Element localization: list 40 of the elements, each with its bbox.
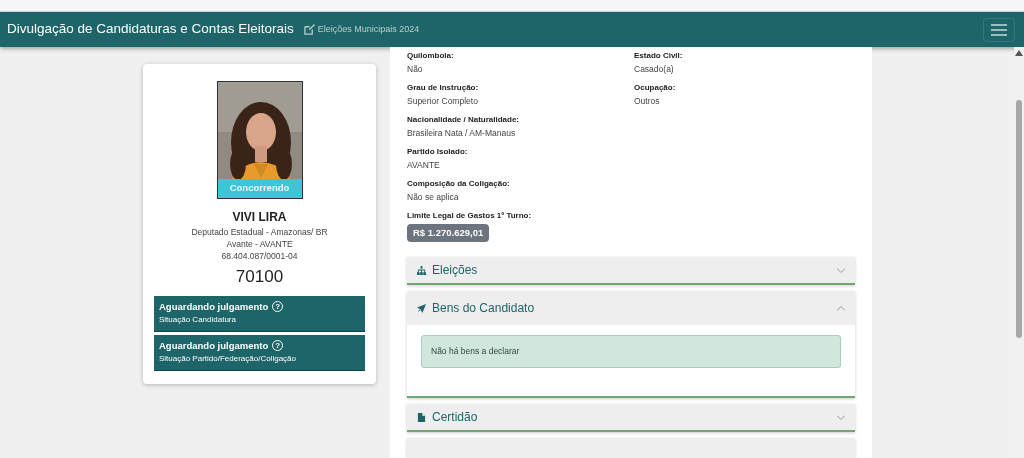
menu-button[interactable] (983, 17, 1015, 42)
empty-notice: Não há bens a declarar (421, 335, 841, 368)
field-value: Brasileira Nata / AM-Manaus (407, 127, 517, 140)
accordion-header[interactable]: Eleições (407, 257, 855, 284)
field-value: Outros (634, 95, 661, 108)
field-value: AVANTE (407, 159, 441, 172)
field-label: Estado Civil: (634, 50, 684, 62)
election-subtitle: Eleições Municipais 2024 (317, 22, 420, 36)
field-value: Não se aplica (407, 191, 460, 204)
field-value: Superior Completo (407, 95, 479, 108)
accordion-header[interactable]: Bens do Candidato (407, 291, 855, 326)
party-text: Avante - AVANTE (226, 238, 293, 250)
edit-icon (303, 24, 315, 35)
document-icon (417, 412, 426, 422)
field-label: Nacionalidade / Naturalidade: (407, 114, 521, 126)
scrollbar-thumb[interactable] (1016, 100, 1022, 338)
field-label: Composição da Coligação: (407, 178, 511, 190)
app-title[interactable]: Divulgação de Candidaturas e Contas Eleitorais (7, 19, 294, 40)
field-label: Grau de Instrução: (407, 82, 480, 94)
accordion-header[interactable]: Certidão (407, 404, 855, 430)
rocket-icon (417, 303, 426, 313)
status-badge: Concorrendo (217, 179, 302, 198)
field-label: Partido Isolado: (407, 146, 469, 158)
field-value: Casado(a) (634, 63, 675, 76)
scroll-up-icon[interactable] (1015, 50, 1023, 56)
field-label: Limite Legal de Gastos 1º Turno: (407, 210, 533, 222)
amount-badge: R$ 1.270.629,01 (407, 224, 490, 243)
status-caption: Situação Candidatura (159, 313, 237, 326)
field-label: Quilombola: (407, 50, 455, 62)
cnpj-text: 68.404.087/0001-04 (221, 250, 298, 262)
field-value: Não (407, 63, 424, 76)
status-caption: Situação Partido/Federação/Coligação (159, 353, 297, 365)
status-title: Aguardando julgamento (159, 299, 269, 314)
menu-icon (991, 23, 1007, 36)
field-label: Ocupação: (634, 82, 677, 94)
office-text: Deputado Estadual - Amazonas/ BR (191, 226, 328, 238)
candidate-name: VIVI LIRA (232, 209, 287, 226)
hierarchy-icon (417, 265, 426, 275)
candidate-number: 70100 (235, 266, 284, 288)
status-title: Aguardando julgamento (159, 338, 269, 353)
